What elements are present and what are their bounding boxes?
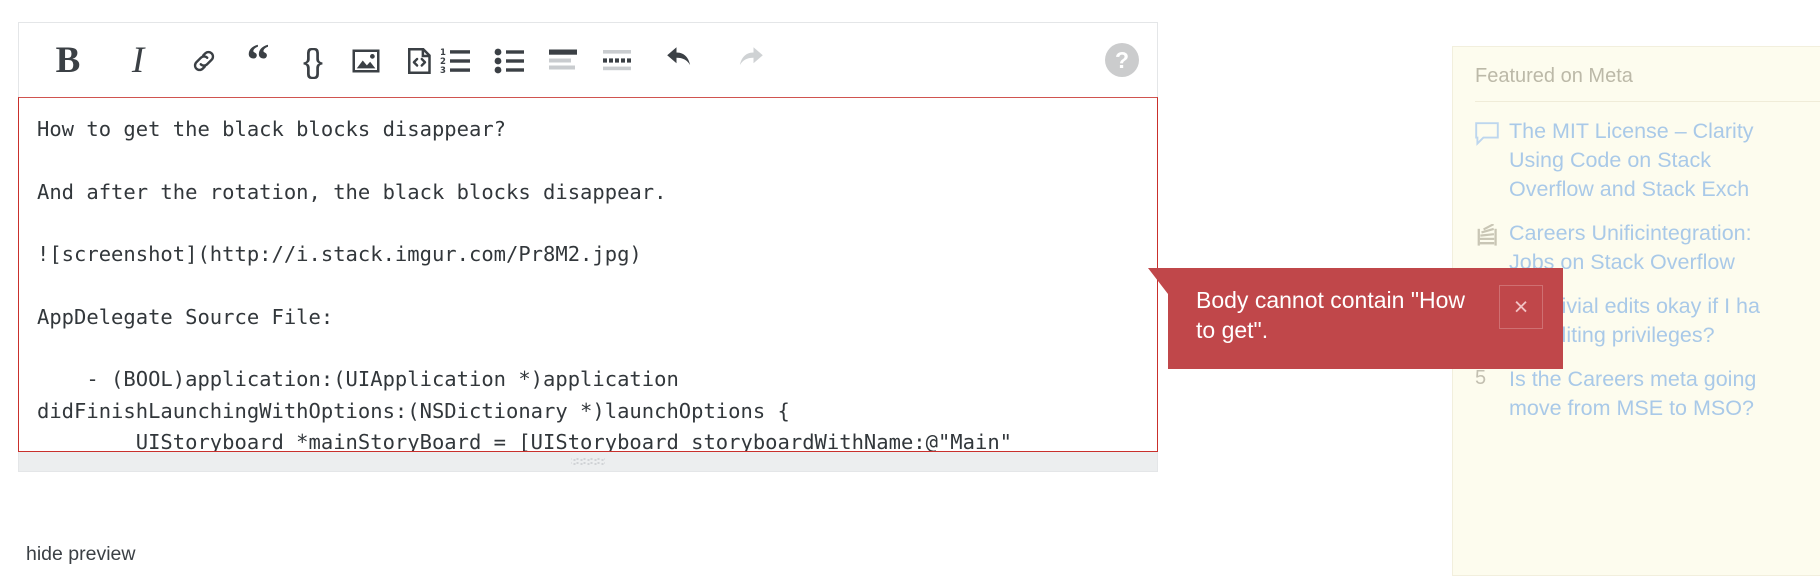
bold-icon: B — [55, 40, 81, 81]
bulleted-list-icon — [494, 47, 526, 75]
error-message: Body cannot contain "How to get". — [1196, 287, 1465, 343]
help-button[interactable]: ? — [1105, 43, 1139, 77]
svg-text:3: 3 — [440, 66, 446, 75]
undo-icon — [666, 46, 698, 76]
list-item-label[interactable]: Is the Careers meta going move from MSE … — [1509, 365, 1756, 423]
quote-icon: “ — [246, 34, 270, 86]
list-item[interactable]: The MIT License – Clarity Using Code on … — [1475, 102, 1820, 204]
redo-icon — [732, 46, 764, 76]
italic-icon: I — [131, 40, 145, 81]
question-mark-icon: ? — [1114, 46, 1130, 73]
link-icon — [189, 46, 219, 76]
bulleted-list-button[interactable] — [483, 35, 537, 87]
undo-button[interactable] — [655, 35, 709, 87]
markdown-toolbar: B I “ {} 1 2 3 ? — [18, 22, 1158, 97]
editor-resize-handle[interactable] — [18, 452, 1158, 472]
heading-icon — [548, 47, 580, 75]
grip-dots-icon — [571, 458, 605, 465]
hide-preview-link[interactable]: hide preview — [26, 543, 135, 566]
sidebar-title: Featured on Meta — [1475, 65, 1820, 102]
bold-button[interactable]: B — [41, 35, 95, 87]
body-textarea-wrapper[interactable]: How to get the black blocks disappear? A… — [18, 97, 1158, 452]
horizontal-rule-icon — [602, 47, 634, 75]
numbered-list-button[interactable]: 123 — [429, 35, 483, 87]
body-textarea[interactable]: How to get the black blocks disappear? A… — [19, 98, 1157, 451]
error-tooltip: Body cannot contain "How to get". × — [1148, 268, 1563, 369]
list-item[interactable]: Careers Unificintegration: Jobs on Stack… — [1475, 204, 1820, 277]
italic-button[interactable]: I — [111, 35, 165, 87]
post-editor: B I “ {} 1 2 3 ? How to get the black bl… — [18, 22, 1158, 472]
horizontal-rule-button[interactable] — [591, 35, 645, 87]
braces-icon: {} — [302, 42, 323, 79]
numbered-list-icon: 123 — [440, 47, 472, 75]
code-sample-button[interactable]: {} — [285, 35, 339, 87]
image-button[interactable] — [339, 35, 393, 87]
heading-button[interactable] — [537, 35, 591, 87]
hyperlink-button[interactable] — [177, 35, 231, 87]
blockquote-button[interactable]: “ — [231, 35, 285, 87]
image-icon — [351, 46, 381, 76]
stack-overflow-icon — [1475, 219, 1509, 248]
close-icon[interactable]: × — [1499, 285, 1543, 329]
speech-bubble-icon — [1475, 117, 1509, 146]
redo-button[interactable] — [721, 35, 775, 87]
list-item-label[interactable]: The MIT License – Clarity Using Code on … — [1509, 117, 1754, 204]
